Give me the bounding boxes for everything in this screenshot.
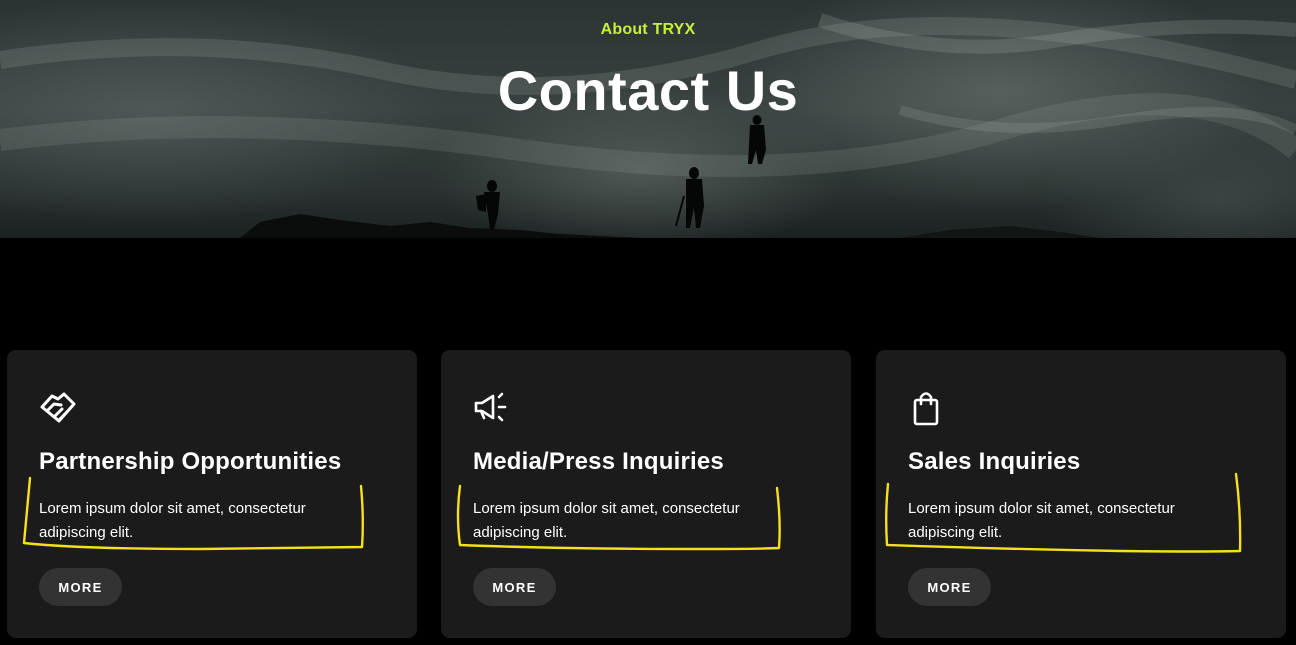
handshake-icon [40, 392, 76, 423]
page-title: Contact Us [497, 59, 799, 122]
more-button[interactable]: MORE [473, 568, 556, 606]
megaphone-icon [474, 392, 507, 422]
more-button[interactable]: MORE [39, 568, 122, 606]
hero-eyebrow: About TRYX [600, 21, 696, 38]
card-description: Lorem ipsum dolor sit amet, consectetur … [39, 500, 306, 541]
page: About TRYX Contact Us Partnership Opport… [0, 0, 1296, 645]
sales-card: Sales Inquiries Lorem ipsum dolor sit am… [876, 350, 1286, 638]
card-description: Lorem ipsum dolor sit amet, consectetur … [908, 500, 1175, 541]
card-title: Media/Press Inquiries [473, 448, 724, 475]
card-title: Partnership Opportunities [39, 448, 342, 475]
card-title: Sales Inquiries [908, 448, 1081, 475]
partnership-card: Partnership Opportunities Lorem ipsum do… [7, 350, 417, 638]
shopping-bag-icon [913, 392, 939, 426]
more-button[interactable]: MORE [908, 568, 991, 606]
card-description: Lorem ipsum dolor sit amet, consectetur … [473, 500, 740, 541]
hero-banner: About TRYX Contact Us [0, 0, 1296, 238]
media-press-card: Media/Press Inquiries Lorem ipsum dolor … [441, 350, 851, 638]
